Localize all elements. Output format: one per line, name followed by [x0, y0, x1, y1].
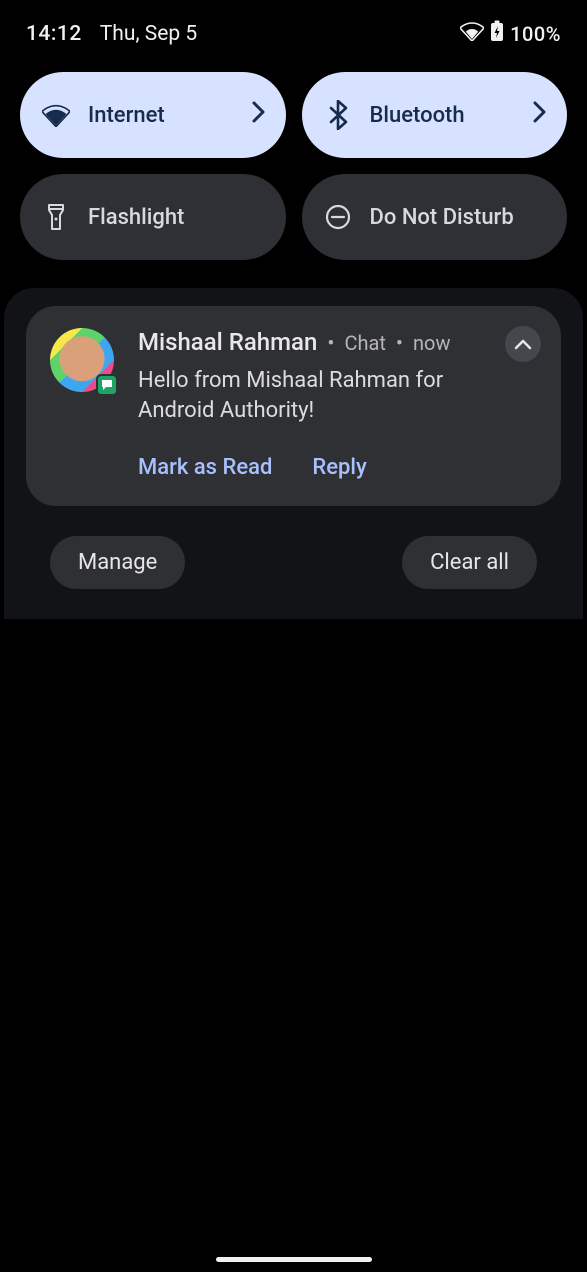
avatar — [50, 328, 114, 392]
separator-dot: • — [327, 332, 334, 356]
separator-dot: • — [396, 332, 403, 356]
notification-header: Mishaal Rahman • Chat • now — [138, 328, 507, 356]
status-right: 100% — [460, 20, 561, 48]
status-date: Thu, Sep 5 — [100, 22, 197, 46]
status-left: 14:12 Thu, Sep 5 — [26, 22, 197, 46]
clear-all-button[interactable]: Clear all — [402, 536, 537, 589]
wifi-icon — [460, 21, 484, 47]
quick-settings: Internet Bluetooth Flashlight — [0, 64, 587, 288]
qs-label: Internet — [88, 103, 264, 128]
chat-badge-icon — [96, 374, 118, 396]
notification-footer: Manage Clear all — [26, 506, 561, 619]
notification-body: Mishaal Rahman • Chat • now Hello from M… — [138, 328, 537, 480]
chevron-right-icon — [533, 101, 547, 129]
qs-tile-flashlight[interactable]: Flashlight — [20, 174, 286, 260]
bluetooth-icon — [324, 101, 352, 129]
notification-card[interactable]: Mishaal Rahman • Chat • now Hello from M… — [26, 306, 561, 506]
notification-panel: Mishaal Rahman • Chat • now Hello from M… — [4, 288, 583, 619]
collapse-button[interactable] — [505, 326, 541, 362]
notification-message: Hello from Mishaal Rahman for Android Au… — [138, 366, 507, 425]
notification-app: Chat — [344, 331, 385, 355]
home-indicator[interactable] — [216, 1257, 372, 1262]
flashlight-icon — [42, 203, 70, 231]
mark-as-read-button[interactable]: Mark as Read — [138, 455, 272, 480]
notification-sender: Mishaal Rahman — [138, 328, 317, 356]
wifi-icon — [42, 101, 70, 129]
notification-time: now — [413, 331, 450, 355]
chevron-right-icon — [252, 101, 266, 129]
status-time: 14:12 — [26, 22, 82, 46]
status-bar: 14:12 Thu, Sep 5 100% — [0, 0, 587, 64]
qs-label: Do Not Disturb — [370, 205, 546, 230]
qs-tile-dnd[interactable]: Do Not Disturb — [302, 174, 568, 260]
qs-label: Bluetooth — [370, 103, 546, 128]
battery-percent: 100% — [510, 22, 561, 46]
reply-button[interactable]: Reply — [312, 455, 366, 480]
battery-charging-icon — [490, 20, 504, 48]
qs-label: Flashlight — [88, 205, 264, 230]
qs-tile-internet[interactable]: Internet — [20, 72, 286, 158]
notification-actions: Mark as Read Reply — [138, 455, 507, 480]
manage-button[interactable]: Manage — [50, 536, 185, 589]
dnd-icon — [324, 203, 352, 231]
chevron-up-icon — [514, 335, 532, 354]
qs-tile-bluetooth[interactable]: Bluetooth — [302, 72, 568, 158]
